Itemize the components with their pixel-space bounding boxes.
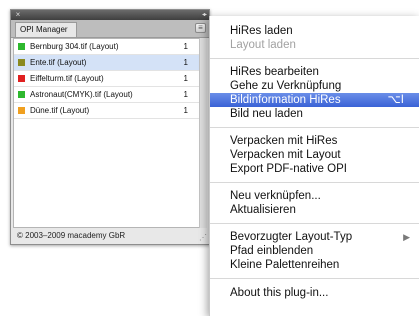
menu-item-about-plugin[interactable]: About this plug-in... bbox=[210, 286, 419, 300]
menu-item-label: Verpacken mit Layout bbox=[230, 149, 341, 161]
menu-item-export-pdf-native-opi[interactable]: Export PDF-native OPI bbox=[210, 162, 419, 176]
panel-menu-icon[interactable]: ≡ bbox=[195, 23, 206, 33]
collapse-arrows-icon[interactable]: ◂▸ bbox=[202, 11, 207, 19]
item-name: Düne.tif (Layout) bbox=[30, 106, 90, 115]
item-name: Bernburg 304.tif (Layout) bbox=[30, 42, 119, 51]
menu-item-verpacken-mit-hires[interactable]: Verpacken mit HiRes bbox=[210, 134, 419, 148]
color-swatch bbox=[18, 107, 25, 114]
item-name: Eiffelturm.tif (Layout) bbox=[30, 74, 104, 83]
color-swatch bbox=[18, 75, 25, 82]
menu-item-kleine-palettenreihen[interactable]: Kleine Palettenreihen bbox=[210, 258, 419, 272]
item-name: Ente.tif (Layout) bbox=[30, 58, 87, 67]
list-item[interactable]: Ente.tif (Layout) 1 bbox=[14, 55, 200, 71]
menu-item-hires-bearbeiten[interactable]: HiRes bearbeiten bbox=[210, 65, 419, 79]
menu-item-label: Verpacken mit HiRes bbox=[230, 135, 338, 147]
menu-item-label: Pfad einblenden bbox=[230, 245, 314, 257]
menu-item-verpacken-mit-layout[interactable]: Verpacken mit Layout bbox=[210, 148, 419, 162]
menu-item-label: Aktualisieren bbox=[230, 204, 296, 216]
menu-item-label: About this plug-in... bbox=[230, 287, 329, 299]
item-name: Astronaut(CMYK).tif (Layout) bbox=[30, 90, 133, 99]
menu-separator bbox=[210, 223, 419, 224]
panel-flyout-menu: HiRes laden Layout laden HiRes bearbeite… bbox=[209, 16, 419, 316]
menu-separator bbox=[210, 127, 419, 128]
submenu-arrow-icon: ▶ bbox=[403, 232, 410, 242]
menu-item-shortcut: ⌥I bbox=[387, 94, 404, 106]
list-item[interactable]: Bernburg 304.tif (Layout) 1 bbox=[14, 39, 200, 55]
close-icon[interactable]: × bbox=[14, 11, 22, 19]
panel-tab-row: OPI Manager ≡ bbox=[11, 20, 209, 38]
menu-item-label: Bildinformation HiRes bbox=[230, 94, 341, 106]
menu-item-label: Bevorzugter Layout-Typ bbox=[230, 231, 353, 243]
tab-opi-manager[interactable]: OPI Manager bbox=[15, 22, 77, 37]
menu-item-label: Layout laden bbox=[230, 39, 296, 51]
menu-item-hires-laden[interactable]: HiRes laden bbox=[210, 24, 419, 38]
opi-manager-panel: × ◂▸ OPI Manager ≡ Bernburg 304.tif (Lay… bbox=[10, 9, 210, 245]
menu-item-label: Bild neu laden bbox=[230, 108, 303, 120]
menu-item-layout-laden[interactable]: Layout laden bbox=[210, 38, 419, 52]
resize-grip-icon[interactable]: ⋰ bbox=[199, 234, 207, 242]
menu-item-neu-verknuepfen[interactable]: Neu verknüpfen... bbox=[210, 189, 419, 203]
list-item[interactable]: Astronaut(CMYK).tif (Layout) 1 bbox=[14, 87, 200, 103]
menu-item-bild-neu-laden[interactable]: Bild neu laden bbox=[210, 107, 419, 121]
item-count: 1 bbox=[183, 42, 188, 51]
item-count: 1 bbox=[183, 90, 188, 99]
color-swatch bbox=[18, 59, 25, 66]
menu-item-label: Kleine Palettenreihen bbox=[230, 259, 340, 271]
menu-item-pfad-einblenden[interactable]: Pfad einblenden bbox=[210, 244, 419, 258]
color-swatch bbox=[18, 91, 25, 98]
item-count: 1 bbox=[183, 106, 188, 115]
item-count: 1 bbox=[183, 58, 188, 67]
list-item[interactable]: Eiffelturm.tif (Layout) 1 bbox=[14, 71, 200, 87]
menu-item-label: HiRes laden bbox=[230, 25, 293, 37]
menu-item-bildinformation-hires[interactable]: Bildinformation HiRes ⌥I bbox=[210, 93, 419, 107]
menu-separator bbox=[210, 58, 419, 59]
menu-item-gehe-zu-verknuepfung[interactable]: Gehe zu Verknüpfung bbox=[210, 79, 419, 93]
copyright-footer: © 2003–2009 macademy GbR bbox=[17, 231, 126, 240]
panel-titlebar[interactable]: × ◂▸ bbox=[11, 10, 209, 20]
menu-item-label: Export PDF-native OPI bbox=[230, 163, 347, 175]
menu-item-label: Neu verknüpfen... bbox=[230, 190, 321, 202]
list-scrollbar[interactable] bbox=[199, 38, 207, 228]
menu-item-aktualisieren[interactable]: Aktualisieren bbox=[210, 203, 419, 217]
color-swatch bbox=[18, 43, 25, 50]
menu-item-bevorzugter-layout-typ[interactable]: Bevorzugter Layout-Typ ▶ bbox=[210, 230, 419, 244]
image-list: Bernburg 304.tif (Layout) 1 Ente.tif (La… bbox=[13, 38, 201, 228]
list-item[interactable]: Düne.tif (Layout) 1 bbox=[14, 103, 200, 119]
menu-item-label: Gehe zu Verknüpfung bbox=[230, 80, 342, 92]
menu-separator bbox=[210, 278, 419, 279]
menu-item-label: HiRes bearbeiten bbox=[230, 66, 319, 78]
menu-separator bbox=[210, 182, 419, 183]
item-count: 1 bbox=[183, 74, 188, 83]
